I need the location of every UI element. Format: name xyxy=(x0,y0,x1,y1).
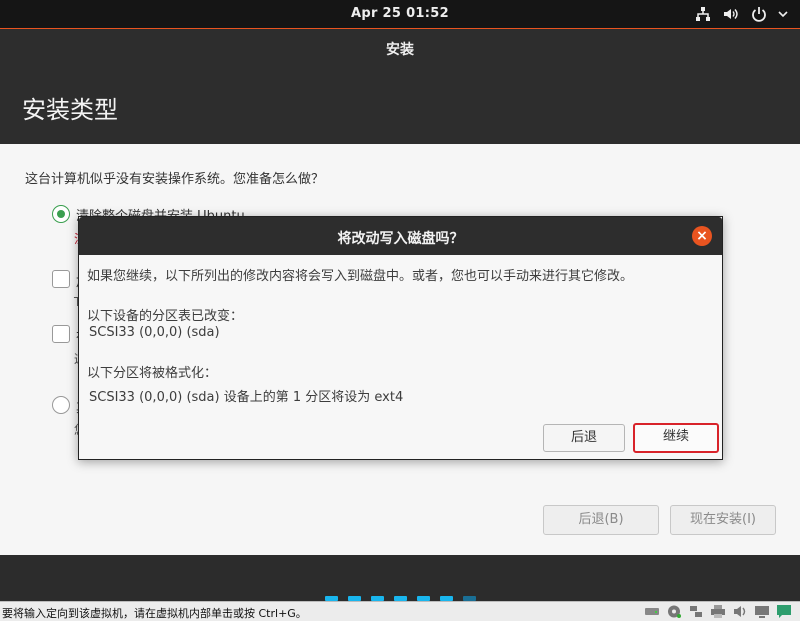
window-title: 安装 xyxy=(386,42,414,58)
option-3-checkbox[interactable] xyxy=(52,325,70,343)
installation-question: 这台计算机似乎没有安装操作系统。您准备怎么做？ xyxy=(25,172,325,187)
dialog-continue-button[interactable]: 继续 xyxy=(633,423,719,453)
printer-icon[interactable] xyxy=(710,604,726,619)
format-heading: 以下分区将被格式化： xyxy=(87,366,218,381)
vm-status-bar: 要将输入定向到该虚拟机，请在虚拟机内部单击或按 Ctrl+G。 xyxy=(0,601,800,621)
network-icon[interactable] xyxy=(694,5,712,23)
write-changes-dialog: 将改动写入磁盘吗？ × 如果您继续，以下所列出的修改内容将会写入到磁盘中。或者，… xyxy=(78,216,723,460)
option-2-checkbox[interactable] xyxy=(52,270,70,288)
dialog-message: 如果您继续，以下所列出的修改内容将会写入到磁盘中。或者，您也可以手动来进行其它修… xyxy=(87,269,634,284)
system-tray[interactable] xyxy=(694,5,788,23)
volume-icon[interactable] xyxy=(722,5,740,23)
dialog-title: 将改动写入磁盘吗？ xyxy=(337,231,464,247)
something-else-radio[interactable] xyxy=(52,396,70,414)
vm-device-icons xyxy=(644,604,792,619)
dialog-header: 将改动写入磁盘吗？ × xyxy=(79,217,722,255)
status-message: 要将输入定向到该虚拟机，请在虚拟机内部单击或按 Ctrl+G。 xyxy=(2,607,307,620)
sound-icon[interactable] xyxy=(732,604,748,619)
partition-table-device: SCSI33 (0,0,0) (sda) xyxy=(89,325,220,340)
power-icon[interactable] xyxy=(750,5,768,23)
message-icon[interactable] xyxy=(776,604,792,619)
chevron-down-icon[interactable] xyxy=(778,5,788,23)
hard-disk-icon[interactable] xyxy=(644,604,660,619)
installer-footer xyxy=(0,555,800,601)
dialog-back-button[interactable]: 后退 xyxy=(543,424,625,452)
format-detail: SCSI33 (0,0,0) (sda) 设备上的第 1 分区将设为 ext4 xyxy=(89,390,404,405)
install-now-button[interactable]: 现在安装(I) xyxy=(670,505,776,535)
display-icon[interactable] xyxy=(754,604,770,619)
cd-icon[interactable] xyxy=(666,604,682,619)
close-icon[interactable]: × xyxy=(692,226,712,246)
partition-table-heading: 以下设备的分区表已改变： xyxy=(87,309,244,324)
page-title: 安装类型 xyxy=(22,96,118,124)
top-bar: Apr 25 01:52 xyxy=(0,0,800,29)
erase-disk-radio[interactable] xyxy=(52,205,70,223)
back-button[interactable]: 后退(B) xyxy=(543,505,659,535)
network-adapter-icon[interactable] xyxy=(688,604,704,619)
clock[interactable]: Apr 25 01:52 xyxy=(0,6,800,21)
installer-header: 安装 安装类型 xyxy=(0,30,800,144)
